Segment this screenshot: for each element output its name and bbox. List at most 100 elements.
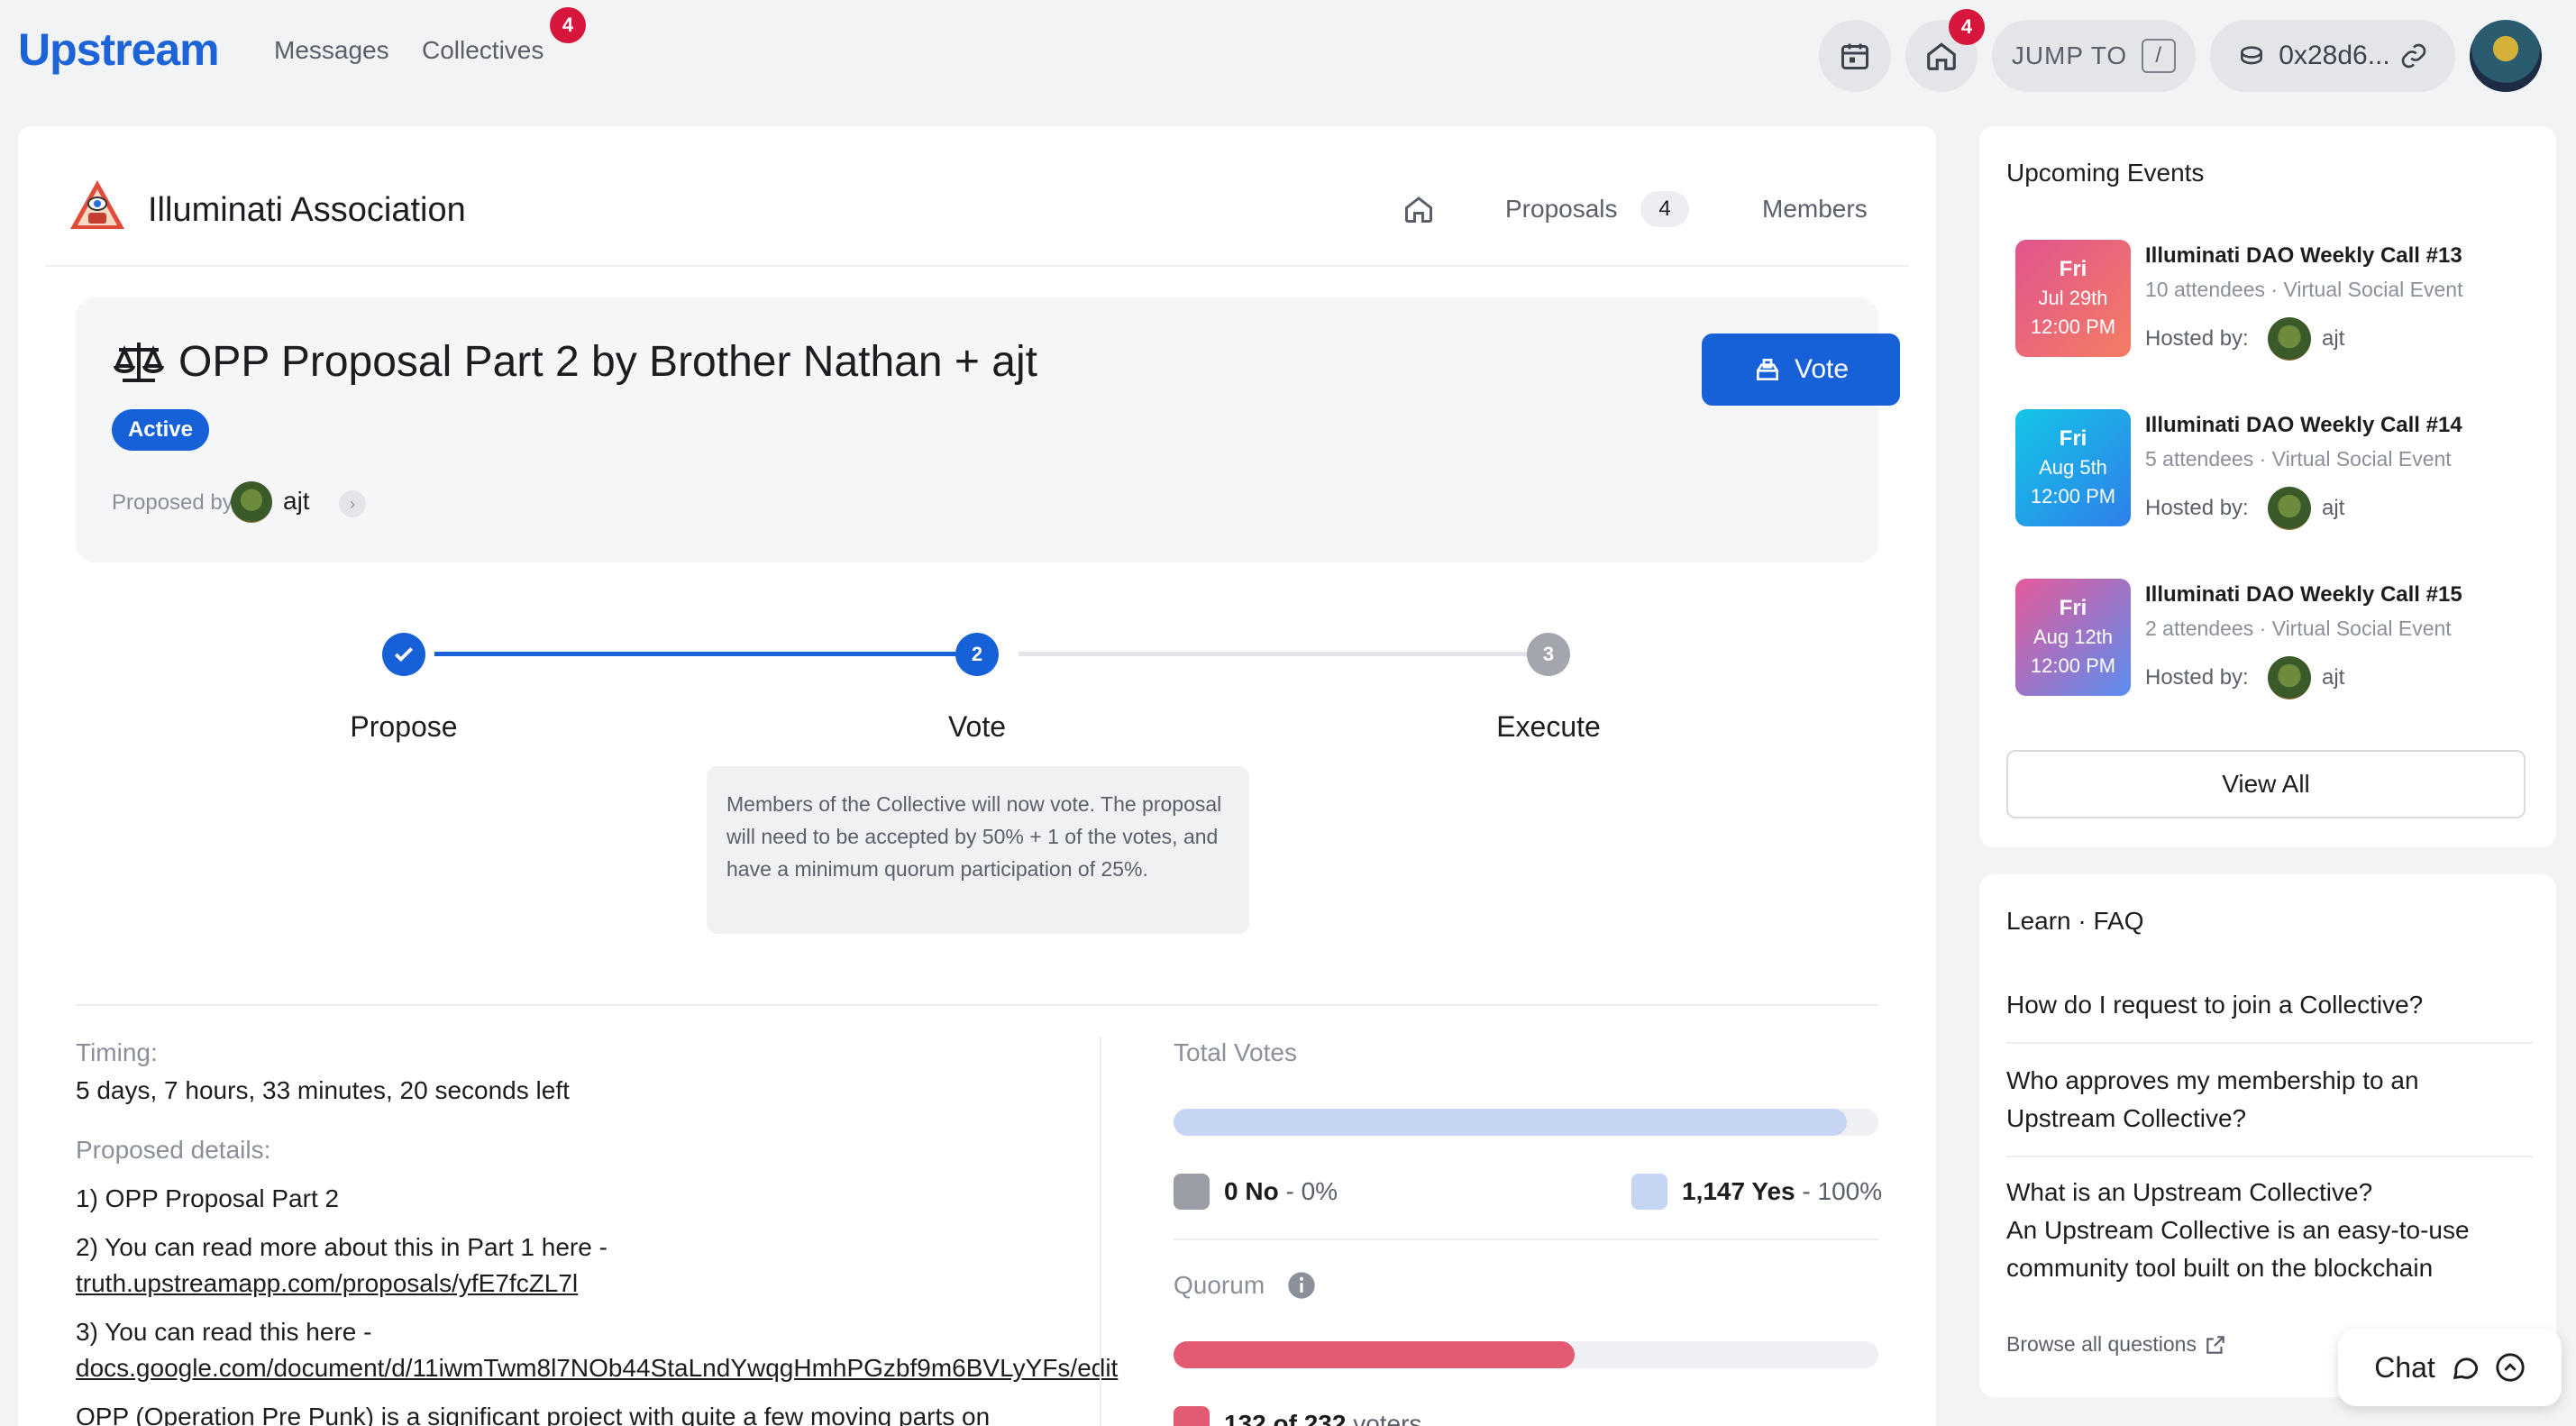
event-date: Aug 12th (2032, 626, 2114, 648)
chat-bubble-icon (2453, 1357, 2478, 1380)
google-doc-link[interactable]: docs.google.com/document/d/11iwmTwm8l7NO… (76, 1354, 1118, 1383)
faq-separator (2006, 1042, 2533, 1044)
link-icon (2401, 43, 2426, 69)
proposed-details-label: Proposed details: (76, 1136, 271, 1164)
tab-members[interactable]: Members (1762, 195, 1868, 224)
home-icon (1927, 42, 1956, 70)
total-votes-label: Total Votes (1174, 1038, 1297, 1066)
details-line-2: 2) You can read more about this in Part … (76, 1233, 607, 1261)
yes-votes-count: 1,147 Yes (1682, 1177, 1795, 1205)
no-legend-swatch (1174, 1174, 1210, 1210)
tab-proposals[interactable]: Proposals (1505, 195, 1618, 224)
no-votes-pct: - 0% (1278, 1177, 1338, 1205)
step-vote-dot: 2 (955, 633, 999, 676)
event-day: Fri (2059, 596, 2087, 620)
host-avatar[interactable] (2268, 656, 2311, 699)
upstream-logo[interactable]: Upstream (18, 23, 220, 76)
scales-icon (114, 342, 164, 382)
timing-label: Timing: (76, 1038, 158, 1066)
proposals-count-badge: 4 (1640, 191, 1689, 227)
event-meta: 10 attendees · Virtual Social Event (2145, 278, 2463, 301)
wallet-button[interactable]: 0x28d6... (2210, 20, 2455, 92)
yes-votes-pct: - 100% (1795, 1177, 1883, 1205)
quorum-count: 132 of 232 (1224, 1410, 1347, 1426)
nav-collectives[interactable]: Collectives (422, 36, 544, 65)
event-day: Fri (2059, 257, 2087, 281)
home-notification-badge: 4 (1949, 9, 1985, 45)
quorum-fill (1174, 1341, 1575, 1368)
quorum-label: Quorum (1174, 1271, 1265, 1299)
host-name[interactable]: ajt (2322, 326, 2344, 352)
host-avatar[interactable] (2268, 317, 2311, 361)
collectives-badge: 4 (550, 7, 586, 43)
top-navigation: Upstream Messages Collectives 4 4 JUMP T… (0, 0, 2576, 106)
stepper-pending-line (1019, 652, 1539, 656)
event-meta: 2 attendees · Virtual Social Event (2145, 617, 2452, 640)
user-avatar[interactable] (2470, 20, 2542, 92)
view-all-events-button[interactable]: View All (2006, 750, 2526, 818)
yes-votes-summary: 1,147 Yes - 100% (1682, 1177, 1882, 1206)
chevron-up-circle-icon (2496, 1353, 2525, 1382)
event-title[interactable]: Illuminati DAO Weekly Call #14 (2145, 413, 2462, 438)
event-day: Fri (2059, 426, 2087, 451)
step-vote-label: Vote (947, 710, 1007, 743)
event-date-tile[interactable]: Fri Aug 12th 12:00 PM (2015, 579, 2131, 696)
yes-votes-fill (1174, 1109, 1847, 1136)
host-name[interactable]: ajt (2322, 496, 2344, 521)
proposal-title-row: OPP Proposal Part 2 by Brother Nathan + … (112, 337, 1037, 387)
proposer-name[interactable]: ajt (283, 487, 310, 516)
event-date-tile[interactable]: Fri Aug 5th 12:00 PM (2015, 409, 2131, 526)
collective-name[interactable]: Illuminati Association (148, 191, 466, 230)
event-date-tile[interactable]: Fri Jul 29th 12:00 PM (2015, 240, 2131, 357)
header-divider (45, 265, 1909, 267)
coin-stack-icon (2241, 46, 2263, 65)
calendar-button[interactable] (1819, 20, 1891, 92)
event-title[interactable]: Illuminati DAO Weekly Call #13 (2145, 243, 2462, 269)
chat-button[interactable]: Chat (2338, 1329, 2562, 1406)
hosted-by-label: Hosted by: (2145, 496, 2249, 520)
host-avatar[interactable] (2268, 487, 2311, 530)
browse-all-questions-link[interactable]: Browse all questions (2006, 1332, 2227, 1357)
part1-link[interactable]: truth.upstreamapp.com/proposals/yfE7fcZL… (76, 1269, 578, 1298)
jump-to-label: JUMP TO (2011, 41, 2128, 69)
proposer-avatar[interactable] (231, 481, 272, 523)
faq-question-approval[interactable]: Who approves my membership to an Upstrea… (2006, 1062, 2533, 1138)
vote-step-tooltip: Members of the Collective will now vote.… (707, 766, 1249, 934)
no-votes-summary: 0 No - 0% (1224, 1177, 1338, 1206)
browse-all-questions-label: Browse all questions (2006, 1332, 2197, 1356)
total-votes-bar (1174, 1109, 1878, 1136)
faq-question-what-is[interactable]: What is an Upstream Collective? (2006, 1174, 2533, 1211)
yes-legend-swatch (1631, 1174, 1667, 1210)
faq-question-join[interactable]: How do I request to join a Collective? (2006, 986, 2533, 1024)
calendar-icon (1841, 43, 1868, 69)
collective-home-tab-icon[interactable] (1402, 193, 1435, 225)
vote-button-label: Vote (1794, 354, 1850, 384)
event-date: Aug 5th (2039, 456, 2107, 479)
step-execute-label: Execute (1496, 710, 1601, 743)
section-divider (76, 1004, 1878, 1006)
faq-title: Learn · FAQ (2006, 907, 2144, 935)
proposal-summary: OPP Proposal Part 2 by Brother Nathan + … (76, 297, 1900, 562)
slash-key-hint: / (2142, 39, 2177, 73)
event-title[interactable]: Illuminati DAO Weekly Call #15 (2145, 582, 2462, 608)
vote-button[interactable]: Vote (1702, 334, 1900, 406)
step-propose-dot (382, 633, 425, 676)
host-name[interactable]: ajt (2322, 665, 2344, 690)
check-icon (394, 647, 414, 663)
chat-label: Chat (2374, 1350, 2435, 1384)
event-date: Jul 29th (2038, 287, 2108, 309)
stepper-progress-line (434, 652, 973, 656)
details-line-3: 3) You can read this here - (76, 1318, 372, 1346)
quorum-legend-swatch (1174, 1406, 1210, 1426)
upcoming-events-title: Upcoming Events (2006, 159, 2205, 187)
timing-value: 5 days, 7 hours, 33 minutes, 20 seconds … (76, 1076, 570, 1104)
step-execute-dot: 3 (1527, 633, 1570, 676)
chevron-right-icon[interactable]: › (339, 490, 366, 517)
nav-messages[interactable]: Messages (274, 36, 389, 65)
status-badge: Active (112, 409, 209, 451)
jump-to-button[interactable]: JUMP TO / (1992, 20, 2196, 92)
hosted-by-label: Hosted by: (2145, 665, 2249, 690)
info-icon[interactable] (1287, 1271, 1316, 1300)
step-propose-label: Propose (350, 710, 458, 743)
quorum-summary: 132 of 232 voters (1224, 1410, 1421, 1426)
